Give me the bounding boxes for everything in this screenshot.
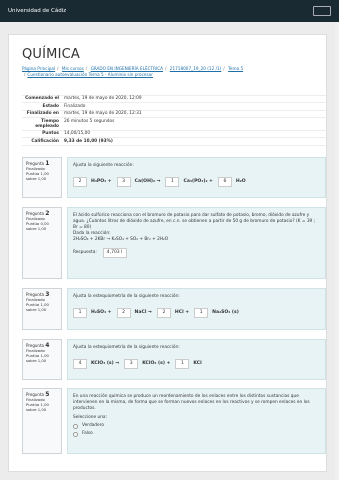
coefficient-field[interactable]: 3 — [124, 359, 139, 369]
question-prompt: En una reacción química se produce un re… — [73, 394, 310, 411]
breadcrumb-quiz[interactable]: Cuestionario autoevaluación Tema 5 - Alu… — [27, 72, 153, 77]
summary-row: Calificación 9,33 de 10,00 (93%) — [22, 138, 326, 146]
page-title: QUÍMICA — [22, 47, 81, 62]
option-true[interactable]: Verdadero — [73, 423, 320, 429]
summary-row: Finalizado en martes, 19 de mayo de 2020,… — [22, 111, 326, 119]
breadcrumb-course[interactable]: 21718007_19_20 (12 /1) — [170, 66, 222, 71]
equation: 2 H₃PO₄ + 3 Ca(OH)₂ → 1 Ca₃(PO₄)₂ + 6 H₂O — [73, 177, 320, 187]
coefficient-field[interactable]: 2 — [73, 177, 87, 187]
question-content: El ácido sulfúrico reacciona con el brom… — [67, 207, 326, 279]
question-prompt: Ajusta la estequiometría de la siguiente… — [73, 345, 180, 350]
coefficient-field[interactable]: 1 — [175, 359, 190, 369]
coefficient-field[interactable]: 6 — [217, 177, 232, 187]
coefficient-field[interactable]: 2 — [156, 308, 171, 318]
question-content: Ajusta la estequiometría de la siguiente… — [67, 339, 326, 380]
question-prompt: El ácido sulfúrico reacciona con el brom… — [73, 213, 316, 230]
question-content: Ajusta la estequiometría de la siguiente… — [67, 288, 326, 330]
radio-button[interactable] — [73, 431, 78, 437]
reaction-equation: 2H₂SO₄ + 2KBr → K₂SO₄ + SO₂ + Br₂ + 2H₂O — [73, 237, 169, 242]
question-info: Pregunta 4 Finalizado Puntúa 1,00 sobre … — [22, 339, 62, 380]
breadcrumb-home[interactable]: Página Principal — [22, 66, 55, 71]
summary-row: Comenzado el martes, 19 de mayo de 2020, … — [22, 96, 326, 104]
coefficient-field[interactable]: 2 — [116, 308, 131, 318]
summary-row: Estado Finalizado — [22, 103, 326, 111]
site-brand[interactable]: Universidad de Cádiz — [8, 8, 66, 14]
user-menu-button[interactable] — [313, 6, 331, 16]
question-info: Pregunta 2 Finalizado Puntúa 0,00 sobre … — [22, 207, 62, 279]
radio-button[interactable] — [73, 423, 78, 429]
summary-row: Puntos 14,00/15,00 — [22, 131, 326, 139]
page-scrollbar[interactable] — [335, 22, 339, 480]
coefficient-field[interactable]: 1 — [194, 308, 209, 318]
question-info: Pregunta 1 Finalizado Puntúa 1,00 sobre … — [22, 157, 62, 198]
equation: 1 H₂SO₄ + 2 NaCl → 2 HCl + 1 Na₂SO₄ (s) — [73, 308, 320, 318]
summary-row: Tiempo empleado 26 minutos 5 segundos — [22, 118, 326, 132]
coefficient-field[interactable]: 3 — [116, 177, 131, 187]
question-content: Ajusta la siguiente reacción: 2 H₃PO₄ + 3… — [67, 157, 326, 198]
top-navbar: Universidad de Cádiz — [0, 0, 339, 22]
question-4: Pregunta 4 Finalizado Puntúa 1,00 sobre … — [22, 339, 326, 380]
question-info: Pregunta 5 Finalizado Puntúa 1,00 sobre … — [22, 388, 62, 454]
breadcrumb-degree[interactable]: GRADO EN INGENIERÍA ELÉCTRICA — [91, 66, 163, 71]
attempt-summary: Comenzado el martes, 19 de mayo de 2020, … — [22, 95, 326, 146]
equation: 4 KClO₃ (s) → 3 KClO₄ (s) + 1 KCl — [73, 359, 320, 369]
breadcrumb-my-courses[interactable]: Mis cursos — [62, 66, 84, 71]
question-content: En una reacción química se produce un re… — [67, 388, 326, 454]
question-1: Pregunta 1 Finalizado Puntúa 1,00 sobre … — [22, 157, 326, 198]
question-prompt: Ajusta la estequiometría de la siguiente… — [73, 294, 180, 299]
question-3: Pregunta 3 Finalizado Puntúa 1,00 sobre … — [22, 288, 326, 330]
question-prompt: Ajusta la siguiente reacción: — [73, 163, 134, 168]
coefficient-field[interactable]: 1 — [73, 308, 87, 318]
question-info: Pregunta 3 Finalizado Puntúa 1,00 sobre … — [22, 288, 62, 330]
question-5: Pregunta 5 Finalizado Puntúa 1,00 sobre … — [22, 388, 326, 454]
breadcrumb-topic[interactable]: Tema 5 — [228, 66, 243, 71]
select-prompt: Seleccione una: — [73, 415, 108, 420]
answer-label: Respuesta: — [73, 250, 97, 255]
coefficient-field[interactable]: 4 — [73, 359, 87, 369]
main-content: QUÍMICA Página Principal / Mis cursos / GR… — [8, 34, 327, 472]
question-2: Pregunta 2 Finalizado Puntúa 0,00 sobre … — [22, 207, 326, 279]
answer-field[interactable]: 4,703 l — [102, 248, 127, 258]
coefficient-field[interactable]: 1 — [165, 177, 180, 187]
option-false[interactable]: Falso — [73, 431, 320, 437]
breadcrumb: Página Principal / Mis cursos / GRADO EN I… — [22, 66, 244, 77]
